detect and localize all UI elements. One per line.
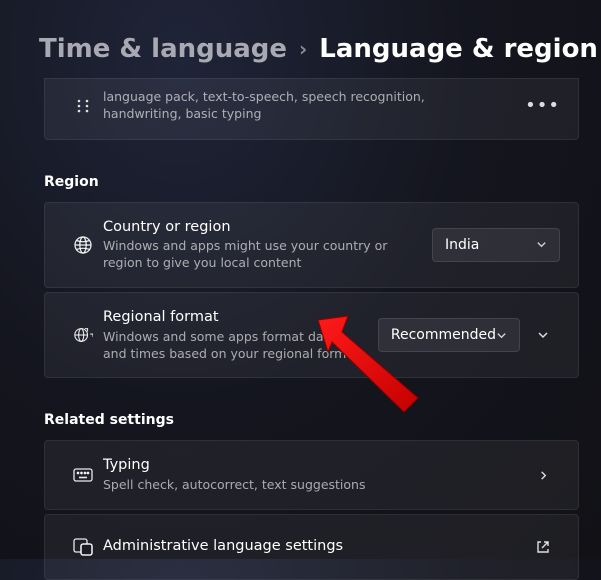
country-region-card: Country or region Windows and apps might… — [44, 202, 579, 288]
chevron-right-icon — [526, 458, 560, 492]
typing-card[interactable]: Typing Spell check, autocorrect, text su… — [44, 440, 579, 509]
admin-language-card[interactable]: Administrative language settings — [44, 514, 579, 580]
chevron-down-icon — [536, 239, 547, 250]
language-pack-card[interactable]: language pack, text-to-speech, speech re… — [44, 78, 579, 140]
typing-title: Typing — [103, 456, 508, 476]
country-region-dropdown[interactable]: India — [432, 228, 560, 262]
related-settings-header: Related settings — [44, 412, 579, 428]
expand-button[interactable] — [526, 318, 560, 352]
globe-region-icon — [63, 325, 103, 345]
regional-format-desc: Windows and some apps format dates and t… — [103, 329, 366, 363]
country-region-value: India — [445, 237, 479, 253]
admin-language-title: Administrative language settings — [103, 537, 508, 557]
typing-desc: Spell check, autocorrect, text suggestio… — [103, 477, 508, 494]
regional-format-dropdown[interactable]: Recommended — [378, 318, 520, 352]
breadcrumb-separator-icon: › — [299, 37, 307, 61]
breadcrumb-parent[interactable]: Time & language — [39, 34, 287, 64]
admin-language-icon — [63, 538, 103, 556]
breadcrumb: Time & language › Language & region — [0, 0, 601, 64]
country-region-desc: Windows and apps might use your country … — [103, 238, 420, 272]
breadcrumb-current: Language & region — [319, 34, 598, 64]
drag-handle-icon[interactable] — [63, 98, 103, 114]
regional-format-value: Recommended — [391, 327, 496, 343]
language-pack-desc: language pack, text-to-speech, speech re… — [103, 89, 507, 123]
regional-format-card: Regional format Windows and some apps fo… — [44, 292, 579, 378]
keyboard-icon — [63, 468, 103, 482]
chevron-down-icon — [496, 330, 507, 341]
more-options-icon[interactable]: ••• — [525, 95, 560, 116]
regional-format-title: Regional format — [103, 308, 366, 328]
globe-icon — [63, 235, 103, 255]
country-region-title: Country or region — [103, 218, 420, 238]
region-section-header: Region — [44, 174, 579, 190]
